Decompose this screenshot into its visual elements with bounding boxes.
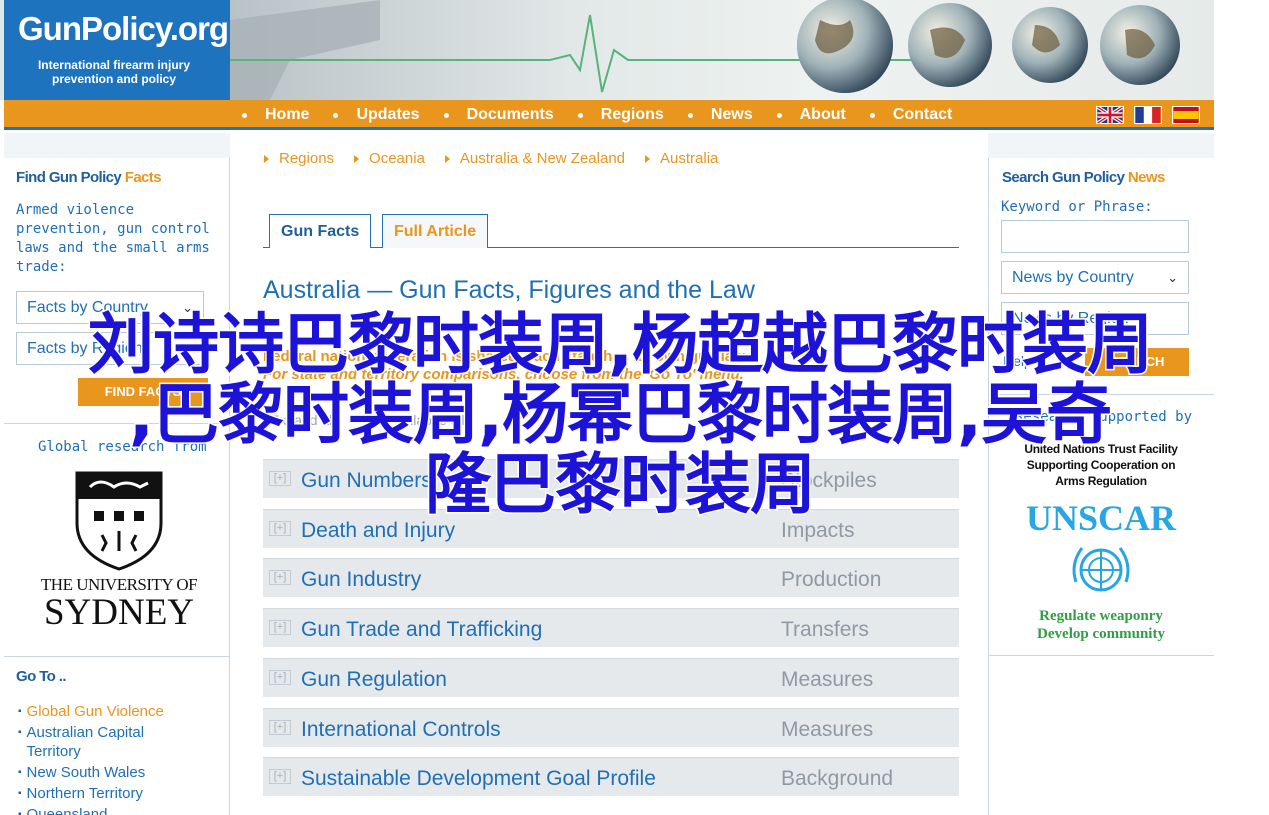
tab-gun-facts[interactable]: Gun Facts	[269, 214, 372, 248]
page-title: Australia — Gun Facts, Figures and the L…	[263, 276, 755, 304]
bullet-icon: ▪	[18, 788, 22, 799]
left-column-top-spacer	[4, 133, 230, 158]
triangle-right-icon	[264, 154, 269, 163]
expand-icon: [+]	[269, 769, 291, 784]
list-item[interactable]: ▪ Northern Territory	[18, 784, 177, 803]
goto-list: ▪ Global Gun Violence ▪ Australian Capital…	[18, 702, 177, 815]
section-international-controls[interactable]: [+] International Controls Measures	[263, 708, 959, 747]
expand-icon: [+]	[269, 670, 291, 685]
keyword-label: Keyword or Phrase:	[1001, 199, 1153, 215]
divider	[989, 655, 1214, 656]
section-gun-trade[interactable]: [+] Gun Trade and Trafficking Transfers	[263, 608, 959, 647]
university-name-line-2: SYDNEY	[43, 592, 195, 633]
keyword-input[interactable]	[1001, 220, 1189, 253]
nav-home[interactable]: Home	[242, 100, 309, 130]
main-nav-bar: Home Updates Documents Regions News Abou…	[4, 100, 1214, 130]
banner-globes-image	[230, 0, 1180, 100]
triangle-right-icon	[354, 154, 360, 163]
un-emblem-icon	[1072, 547, 1130, 592]
chevron-down-icon: ⌄	[1167, 270, 1178, 285]
list-item[interactable]: ▪ Global Gun Violence	[18, 702, 177, 721]
main-nav: Home Updates Documents Regions News Abou…	[242, 100, 976, 130]
logo-tagline-line-2: prevention and policy	[51, 72, 177, 86]
bullet-icon	[443, 112, 449, 118]
expand-icon: [+]	[269, 620, 291, 635]
list-item[interactable]: ▪ New South Wales	[18, 763, 177, 782]
breadcrumb-regions[interactable]: Regions	[264, 150, 334, 167]
overlay-watermark-text: 刘诗诗巴黎时装周,杨超越巴黎时装周 ,巴黎时装周,杨幂巴黎时装周,吴奇 隆巴黎时…	[86, 306, 1154, 523]
search-news-title: Search Gun Policy News	[1002, 169, 1165, 186]
logo-brand: GunPolicy.org	[18, 10, 229, 47]
section-sdg-profile[interactable]: [+] Sustainable Development Goal Profile…	[263, 757, 959, 796]
bullet-icon	[577, 112, 583, 118]
list-item[interactable]: ▪ Australian Capital Territory	[18, 723, 177, 761]
bullet-icon: ▪	[18, 706, 22, 717]
triangle-right-icon	[645, 154, 651, 163]
find-facts-description: Armed violence prevention, gun control l…	[16, 202, 210, 275]
expand-icon: [+]	[269, 570, 291, 585]
nav-updates[interactable]: Updates	[333, 100, 420, 130]
bullet-icon	[776, 112, 782, 118]
section-gun-industry[interactable]: [+] Gun Industry Production	[263, 558, 959, 597]
content-tabs: Gun Facts Full Article	[263, 214, 959, 248]
bullet-icon: ▪	[18, 727, 22, 738]
divider	[4, 656, 229, 657]
unscar-tagline: Regulate weaponry Develop community	[1037, 608, 1165, 642]
nav-regions[interactable]: Regions	[577, 100, 664, 130]
site-header: GunPolicy.org International firearm inju…	[0, 0, 1214, 100]
logo-tagline-line-1: International firearm injury	[37, 58, 191, 72]
nav-about[interactable]: About	[776, 100, 846, 130]
goto-title: Go To ..	[16, 668, 67, 685]
bullet-icon	[687, 112, 693, 118]
bullet-icon: ▪	[18, 809, 22, 815]
bullet-icon	[242, 112, 247, 118]
breadcrumb-oceania[interactable]: Oceania	[354, 150, 425, 167]
find-facts-title: Find Gun Policy Facts	[16, 169, 162, 186]
bullet-icon	[333, 112, 339, 118]
language-flags	[1096, 106, 1200, 124]
expand-icon: [+]	[269, 521, 291, 536]
breadcrumb-australia-nz[interactable]: Australia & New Zealand	[444, 150, 625, 167]
nav-news[interactable]: News	[687, 100, 753, 130]
breadcrumb: Regions Oceania Australia & New Zealand …	[264, 150, 738, 167]
site-logo[interactable]: GunPolicy.org International firearm inju…	[4, 0, 230, 100]
bullet-icon: ▪	[18, 767, 22, 778]
nav-documents[interactable]: Documents	[443, 100, 554, 130]
breadcrumb-australia[interactable]: Australia	[645, 150, 718, 167]
expand-icon: [+]	[269, 720, 291, 735]
bullet-icon	[869, 112, 875, 118]
france-flag-icon[interactable]	[1134, 106, 1162, 124]
tab-full-article[interactable]: Full Article	[382, 214, 489, 248]
nav-contact[interactable]: Contact	[869, 100, 952, 130]
news-by-country-select[interactable]: News by Country ⌄	[1001, 261, 1189, 294]
logo-tagline: International firearm injury prevention …	[4, 58, 224, 86]
spain-flag-icon[interactable]	[1172, 106, 1200, 124]
list-item[interactable]: ▪ Queensland	[18, 805, 177, 815]
uk-flag-icon[interactable]	[1096, 106, 1124, 124]
header-banner	[230, 0, 1214, 100]
triangle-right-icon	[444, 154, 450, 163]
right-column-top-spacer	[988, 133, 1214, 158]
page-margin	[1214, 0, 1269, 815]
section-gun-regulation[interactable]: [+] Gun Regulation Measures	[263, 658, 959, 697]
